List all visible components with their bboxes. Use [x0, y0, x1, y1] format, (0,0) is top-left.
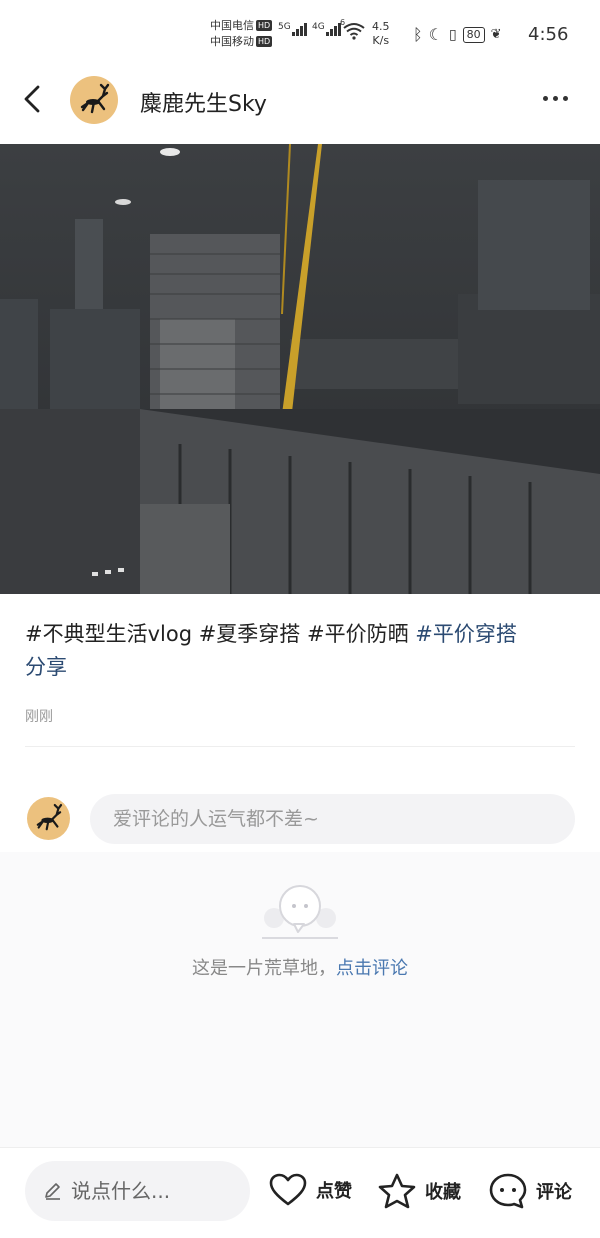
network-speed: 4.5 K/s — [372, 20, 390, 48]
post-tag-link-continued[interactable]: 分享 — [25, 655, 67, 679]
status-icons: ᛒ ☾ ▯ 80 ❦ — [413, 25, 502, 44]
carrier-1: 中国电信 — [210, 19, 254, 32]
construction-site-image — [0, 144, 600, 594]
carrier-info: 中国电信 HD 中国移动 HD — [210, 18, 273, 50]
like-button[interactable]: 点赞 — [268, 1172, 352, 1208]
back-button[interactable] — [22, 84, 42, 114]
comment-label: 评论 — [536, 1182, 572, 1203]
post-time: 刚刚 — [25, 709, 53, 725]
moon-icon: ☾ — [428, 25, 443, 44]
pencil-icon — [45, 1183, 60, 1200]
hd-badge-2: HD — [256, 36, 273, 47]
empty-chat-icon — [258, 882, 342, 946]
more-dot — [543, 96, 548, 101]
battery-level: 80 — [466, 27, 481, 41]
wifi-standard: 6 — [340, 18, 346, 27]
like-label: 点赞 — [316, 1181, 352, 1202]
star-icon — [378, 1173, 416, 1209]
network-type-1: 5G — [278, 22, 291, 32]
signal-1: 5G — [278, 22, 307, 39]
hd-badge-1: HD — [256, 20, 273, 31]
heart-icon — [269, 1173, 307, 1206]
post-caption: #不典型生活vlog #夏季穿搭 #平价防晒 #平价穿搭 分享 — [25, 618, 575, 684]
empty-comments-message: 这是一片荒草地，点击评论 — [0, 954, 600, 980]
comment-button[interactable]: 评论 — [488, 1172, 572, 1210]
click-to-comment-link[interactable]: 点击评论 — [336, 958, 408, 979]
deer-logo-icon — [36, 803, 63, 831]
say-something-input[interactable]: 说点什么... — [25, 1161, 250, 1221]
author-avatar[interactable] — [70, 76, 118, 124]
more-dot — [563, 96, 568, 101]
post-tag-link[interactable]: #平价穿搭 — [415, 622, 517, 646]
comment-input[interactable]: 爱评论的人运气都不差~ — [90, 794, 575, 844]
divider — [25, 746, 575, 747]
clock: 4:56 — [528, 24, 569, 45]
more-button[interactable] — [543, 96, 568, 101]
more-dot — [553, 96, 558, 101]
collect-button[interactable]: 收藏 — [377, 1172, 461, 1210]
speed-value: 4.5 — [372, 20, 390, 33]
battery-indicator: 80 — [462, 26, 485, 43]
wifi-icon: 6 — [340, 18, 366, 44]
speech-bubble-icon — [489, 1173, 527, 1209]
deer-logo-icon — [80, 83, 110, 114]
vibrate-icon: ▯ — [448, 26, 457, 43]
chevron-left-icon — [24, 85, 40, 113]
network-type-2: 4G — [312, 22, 325, 32]
post-photo[interactable] — [0, 144, 600, 594]
empty-comments-text: 这是一片荒草地， — [192, 958, 336, 979]
say-something-placeholder: 说点什么... — [71, 1179, 171, 1203]
leaf-icon: ❦ — [490, 27, 502, 42]
carrier-2: 中国移动 — [210, 35, 254, 48]
speed-unit: K/s — [372, 34, 390, 47]
collect-label: 收藏 — [425, 1182, 461, 1203]
post-tags[interactable]: #不典型生活vlog #夏季穿搭 #平价防晒 — [25, 622, 409, 646]
signal-bars-icon — [291, 22, 307, 36]
signal-2: 4G — [312, 22, 341, 39]
current-user-avatar — [27, 797, 70, 840]
author-name[interactable]: 麋鹿先生Sky — [140, 86, 267, 118]
comment-placeholder: 爱评论的人运气都不差~ — [113, 808, 319, 830]
status-bar: 中国电信 HD 中国移动 HD 5G 4G 6 4.5 K/s ᛒ ☾ ▯ 80 ❦… — [0, 0, 600, 62]
signal-bars-icon — [325, 22, 341, 36]
bluetooth-icon: ᛒ — [413, 25, 423, 44]
